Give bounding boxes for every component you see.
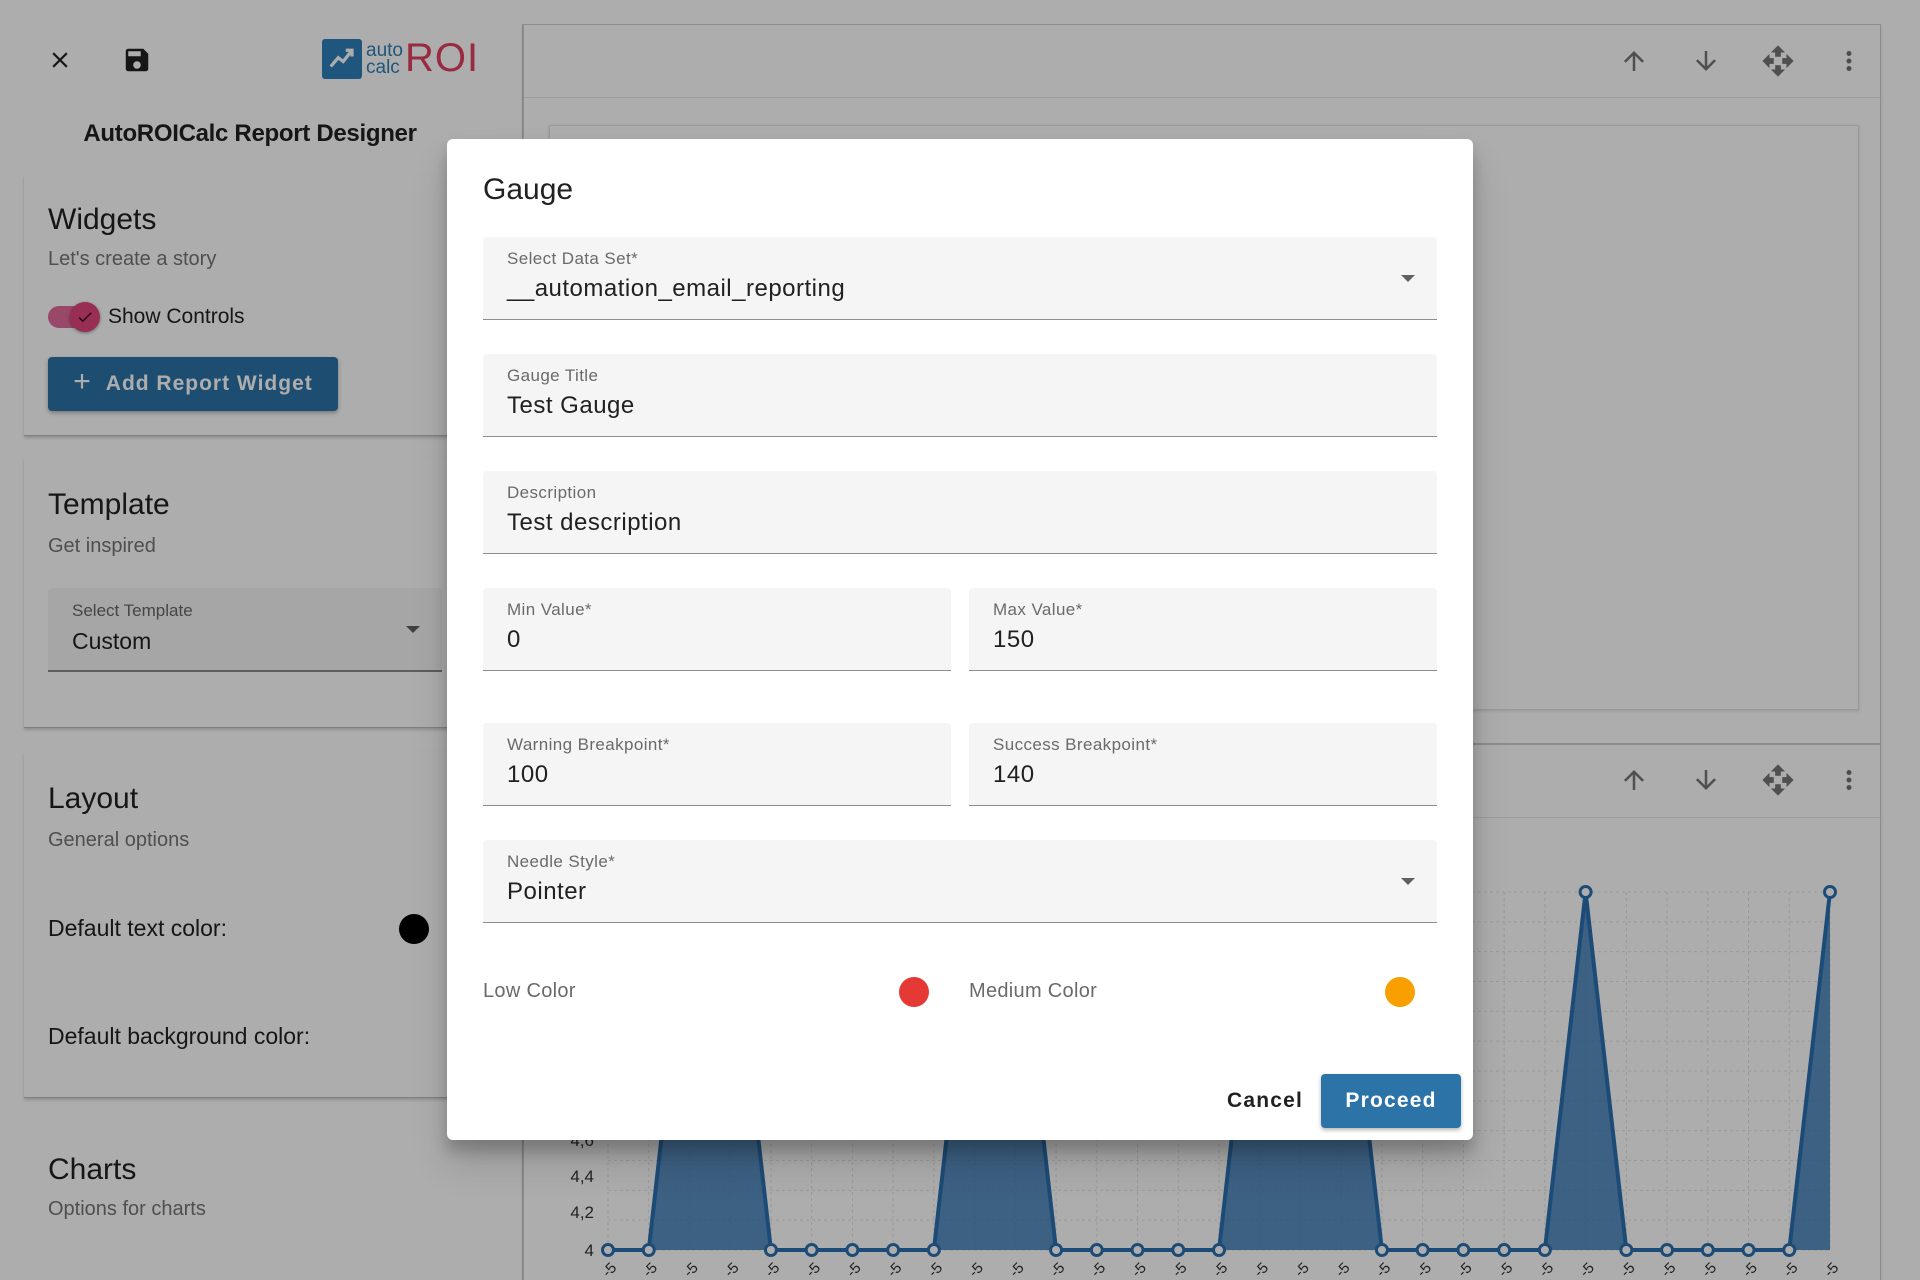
- max-value-value: 150: [993, 626, 1035, 653]
- chevron-down-icon: [1401, 878, 1415, 885]
- chevron-down-icon: [1401, 275, 1415, 282]
- gauge-dialog: Gauge Select Data Set* __automation_emai…: [447, 139, 1473, 1140]
- warning-breakpoint-value: 100: [507, 761, 549, 788]
- warning-breakpoint-field[interactable]: Warning Breakpoint* 100: [483, 723, 951, 806]
- warning-breakpoint-label: Warning Breakpoint*: [507, 735, 670, 754]
- needle-style-dropdown[interactable]: Needle Style* Pointer: [483, 840, 1437, 923]
- medium-color-label: Medium Color: [969, 980, 1098, 1002]
- dialog-title: Gauge: [483, 173, 574, 206]
- select-data-set-value: __automation_email_reporting: [507, 275, 846, 302]
- low-color-swatch[interactable]: [899, 977, 929, 1007]
- description-field[interactable]: Description Test description: [483, 471, 1437, 554]
- success-breakpoint-value: 140: [993, 761, 1035, 788]
- description-value: Test description: [507, 509, 682, 536]
- needle-style-label: Needle Style*: [507, 852, 616, 871]
- success-breakpoint-field[interactable]: Success Breakpoint* 140: [969, 723, 1437, 806]
- proceed-button[interactable]: Proceed: [1321, 1074, 1461, 1128]
- needle-style-value: Pointer: [507, 878, 587, 905]
- min-value-label: Min Value*: [507, 600, 592, 619]
- medium-color-swatch[interactable]: [1385, 977, 1415, 1007]
- description-label: Description: [507, 483, 597, 502]
- cancel-button[interactable]: Cancel: [1205, 1074, 1325, 1128]
- gauge-title-label: Gauge Title: [507, 366, 599, 385]
- gauge-title-value: Test Gauge: [507, 392, 635, 419]
- min-value-value: 0: [507, 626, 521, 653]
- select-data-set-label: Select Data Set*: [507, 249, 639, 268]
- low-color-label: Low Color: [483, 980, 576, 1002]
- gauge-title-field[interactable]: Gauge Title Test Gauge: [483, 354, 1437, 437]
- success-breakpoint-label: Success Breakpoint*: [993, 735, 1158, 754]
- max-value-label: Max Value*: [993, 600, 1083, 619]
- select-data-set-dropdown[interactable]: Select Data Set* __automation_email_repo…: [483, 237, 1437, 320]
- max-value-field[interactable]: Max Value* 150: [969, 588, 1437, 671]
- min-value-field[interactable]: Min Value* 0: [483, 588, 951, 671]
